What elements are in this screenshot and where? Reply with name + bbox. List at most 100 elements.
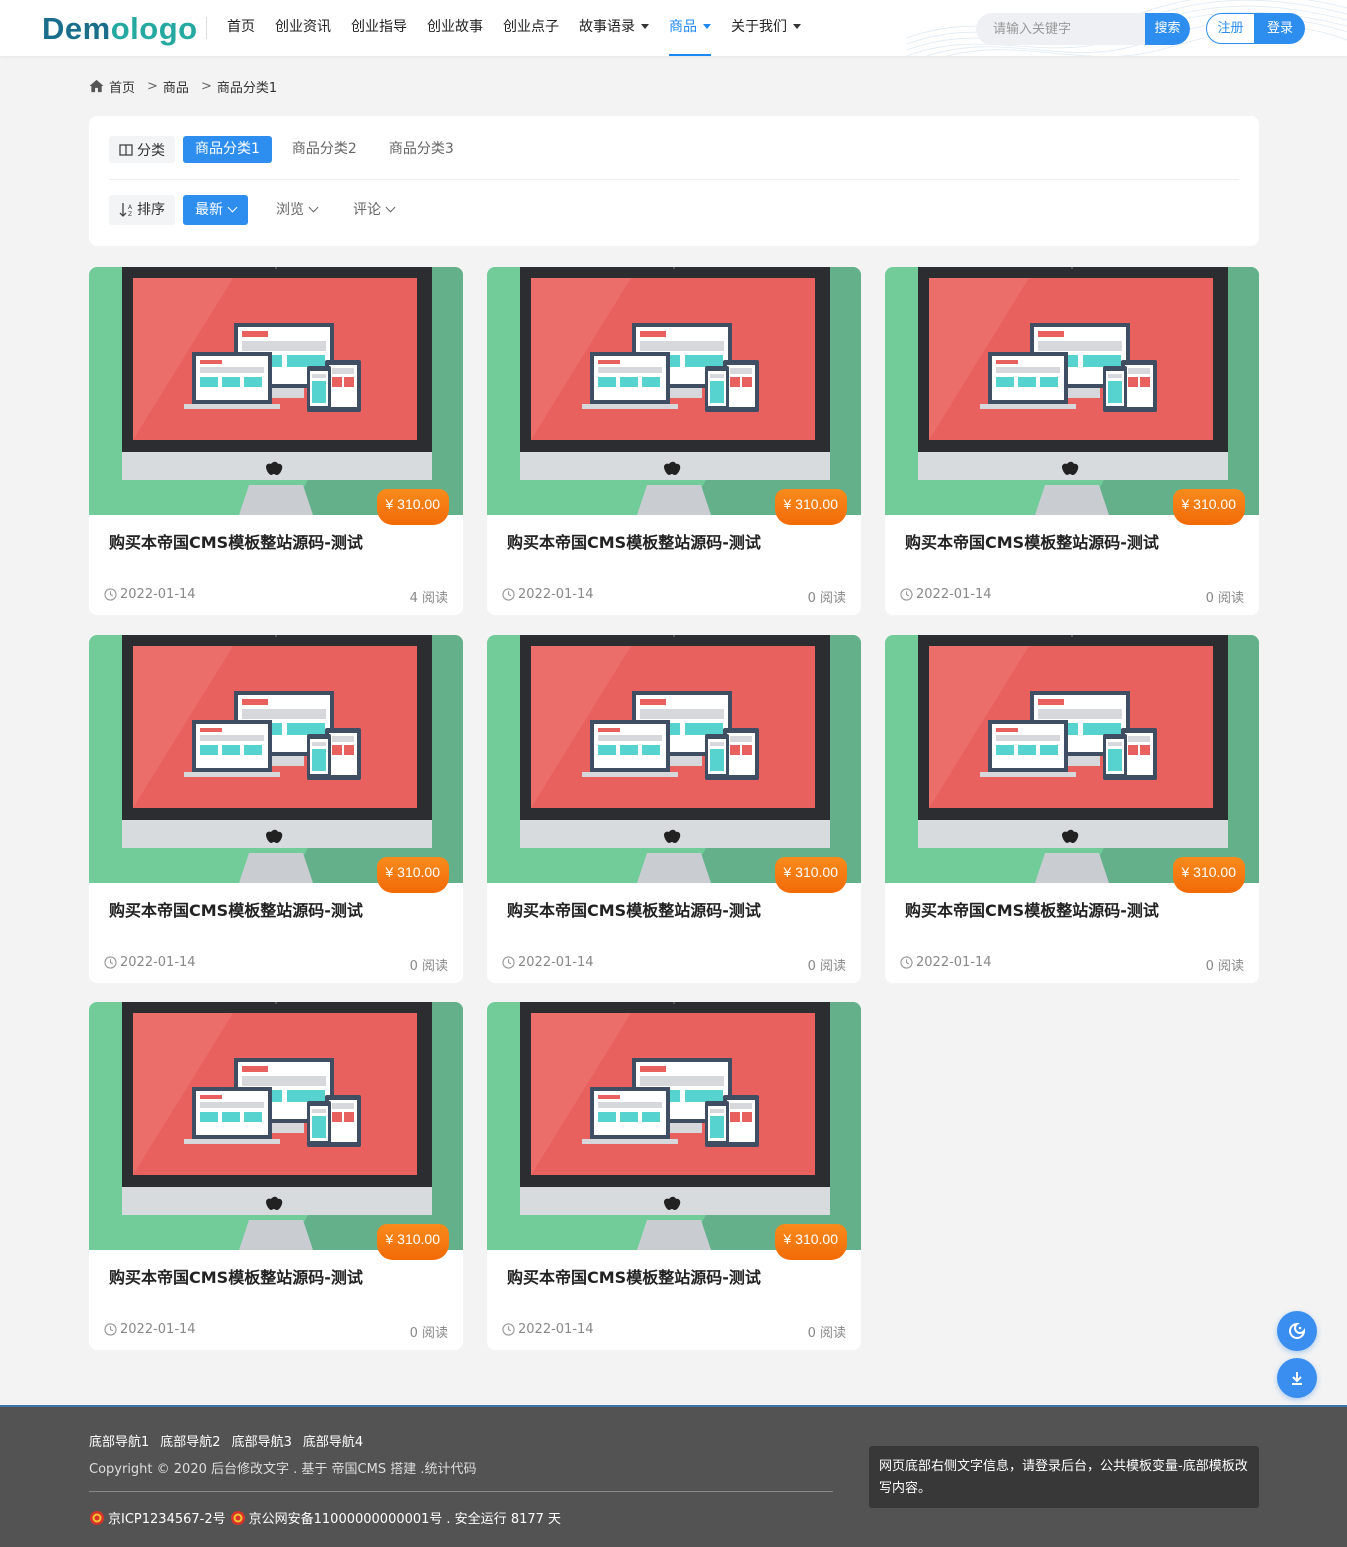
auth-buttons: 注册 登录 [1206, 13, 1305, 44]
breadcrumb-separator: > [147, 78, 158, 94]
header-divider [206, 17, 207, 39]
product-title[interactable]: 购买本帝国CMS模板整站源码-测试 [507, 897, 761, 921]
product-card[interactable]: ¥ 310.00 购买本帝国CMS模板整站源码-测试 2022-01-14 0 阅读 [89, 635, 463, 983]
nav-item-home[interactable]: 首页 [217, 0, 265, 56]
uptime-text: . 安全运行 8177 天 [446, 1512, 562, 1527]
search-box: 搜索 [976, 13, 1190, 45]
clock-icon [900, 588, 913, 601]
product-thumbnail[interactable] [89, 635, 463, 883]
product-thumbnail[interactable] [487, 267, 861, 515]
product-views: 0 阅读 [409, 1326, 448, 1341]
product-title[interactable]: 购买本帝国CMS模板整站源码-测试 [507, 529, 761, 553]
product-card[interactable]: ¥ 310.00 购买本帝国CMS模板整站源码-测试 2022-01-14 0 阅读 [885, 267, 1259, 615]
product-card[interactable]: ¥ 310.00 购买本帝国CMS模板整站源码-测试 2022-01-14 0 阅读 [885, 635, 1259, 983]
nav-item-guide[interactable]: 创业指导 [341, 0, 417, 56]
download-button[interactable] [1277, 1358, 1317, 1398]
clock-icon [104, 1323, 117, 1336]
nav-item-ideas[interactable]: 创业点子 [493, 0, 569, 56]
product-views: 0 阅读 [409, 959, 448, 974]
footer-nav-item[interactable]: 底部导航2 [160, 1431, 220, 1450]
chevron-down-icon [227, 202, 238, 213]
category-tab-3[interactable]: 商品分类3 [377, 136, 466, 163]
product-card[interactable]: ¥ 310.00 购买本帝国CMS模板整站源码-测试 2022-01-14 0 阅读 [487, 635, 861, 983]
search-input[interactable] [976, 13, 1146, 45]
breadcrumb: 首页 > 商品 > 商品分类1 [89, 77, 277, 96]
police-record-link[interactable]: 京公网安备11000000000001号 [249, 1508, 443, 1527]
product-date: 2022-01-14 [502, 955, 594, 970]
category-label: 分类 [109, 136, 175, 163]
search-button[interactable]: 搜索 [1145, 13, 1190, 45]
clock-icon [900, 956, 913, 969]
price-badge: ¥ 310.00 [376, 1224, 449, 1260]
footer-divider [89, 1491, 833, 1492]
breadcrumb-home[interactable]: 首页 [109, 77, 135, 96]
product-card[interactable]: ¥ 310.00 购买本帝国CMS模板整站源码-测试 2022-01-14 0 阅读 [89, 1002, 463, 1350]
footer-nav-item[interactable]: 底部导航3 [232, 1431, 292, 1450]
sort-views[interactable]: 浏览 [264, 195, 329, 225]
login-button[interactable]: 登录 [1255, 13, 1305, 44]
copyright-text: Copyright © 2020 后台修改文字 . 基于 帝国CMS 搭建 .统… [89, 1462, 477, 1477]
sort-latest[interactable]: 最新 [183, 195, 248, 225]
clock-icon [104, 588, 117, 601]
sort-az-icon: AZ [119, 203, 133, 218]
product-date: 2022-01-14 [104, 955, 196, 970]
product-title[interactable]: 购买本帝国CMS模板整站源码-测试 [109, 897, 363, 921]
category-tab-1[interactable]: 商品分类1 [183, 136, 272, 163]
price-badge: ¥ 310.00 [1172, 857, 1245, 893]
product-title[interactable]: 购买本帝国CMS模板整站源码-测试 [905, 529, 1159, 553]
moon-icon [1289, 1322, 1306, 1339]
nav-item-quotes[interactable]: 故事语录 [569, 0, 659, 56]
filter-panel: 分类 商品分类1 商品分类2 商品分类3 AZ 排序 最新 浏览 评论 [89, 116, 1259, 246]
footer-nav-item[interactable]: 底部导航1 [89, 1431, 149, 1450]
site-logo[interactable]: Demologo [42, 11, 198, 47]
police-emblem-icon [90, 1510, 104, 1525]
product-thumbnail[interactable] [487, 635, 861, 883]
product-title[interactable]: 购买本帝国CMS模板整站源码-测试 [905, 897, 1159, 921]
footer-nav-item[interactable]: 底部导航4 [303, 1431, 363, 1450]
filter-divider [109, 179, 1239, 180]
nav-item-stories[interactable]: 创业故事 [417, 0, 493, 56]
register-button[interactable]: 注册 [1206, 13, 1255, 44]
price-badge: ¥ 310.00 [774, 857, 847, 893]
nav-item-about[interactable]: 关于我们 [721, 0, 811, 56]
product-card[interactable]: ¥ 310.00 购买本帝国CMS模板整站源码-测试 2022-01-14 4 阅读 [89, 267, 463, 615]
product-date: 2022-01-14 [900, 955, 992, 970]
icp-link[interactable]: 京ICP1234567-2号 [108, 1508, 226, 1527]
chevron-down-icon [385, 202, 396, 213]
product-title[interactable]: 购买本帝国CMS模板整站源码-测试 [109, 1264, 363, 1288]
home-icon [89, 79, 104, 93]
product-title[interactable]: 购买本帝国CMS模板整站源码-测试 [109, 529, 363, 553]
main-nav: 首页 创业资讯 创业指导 创业故事 创业点子 故事语录 商品 关于我们 [217, 0, 811, 56]
nav-item-news[interactable]: 创业资讯 [265, 0, 341, 56]
site-header: Demologo 首页 创业资讯 创业指导 创业故事 创业点子 故事语录 商品 … [0, 0, 1347, 56]
product-thumbnail[interactable] [885, 267, 1259, 515]
caret-down-icon [793, 23, 801, 29]
site-footer: 底部导航1 底部导航2 底部导航3 底部导航4 Copyright © 2020… [0, 1405, 1347, 1547]
category-filter-row: 分类 商品分类1 商品分类2 商品分类3 [109, 136, 474, 163]
product-thumbnail[interactable] [487, 1002, 861, 1250]
product-title[interactable]: 购买本帝国CMS模板整站源码-测试 [507, 1264, 761, 1288]
svg-text:A: A [128, 204, 133, 211]
product-card[interactable]: ¥ 310.00 购买本帝国CMS模板整站源码-测试 2022-01-14 0 阅读 [487, 267, 861, 615]
caret-down-icon [641, 23, 649, 29]
caret-down-icon [703, 23, 711, 29]
product-views: 0 阅读 [1205, 591, 1244, 606]
clock-icon [502, 1323, 515, 1336]
product-thumbnail[interactable] [885, 635, 1259, 883]
nav-item-products[interactable]: 商品 [659, 0, 721, 56]
breadcrumb-current[interactable]: 商品分类1 [217, 77, 277, 96]
sort-comments[interactable]: 评论 [341, 195, 406, 225]
product-thumbnail[interactable] [89, 1002, 463, 1250]
product-date: 2022-01-14 [900, 587, 992, 602]
category-tab-2[interactable]: 商品分类2 [280, 136, 369, 163]
product-card[interactable]: ¥ 310.00 购买本帝国CMS模板整站源码-测试 2022-01-14 0 阅读 [487, 1002, 861, 1350]
theme-toggle-button[interactable] [1277, 1311, 1317, 1351]
breadcrumb-separator: > [200, 78, 212, 94]
product-views: 0 阅读 [1205, 959, 1244, 974]
clock-icon [502, 588, 515, 601]
product-thumbnail[interactable] [89, 267, 463, 515]
police-emblem-icon [230, 1510, 245, 1525]
price-badge: ¥ 310.00 [774, 489, 847, 525]
product-views: 4 阅读 [409, 591, 448, 606]
breadcrumb-products[interactable]: 商品 [163, 77, 189, 96]
